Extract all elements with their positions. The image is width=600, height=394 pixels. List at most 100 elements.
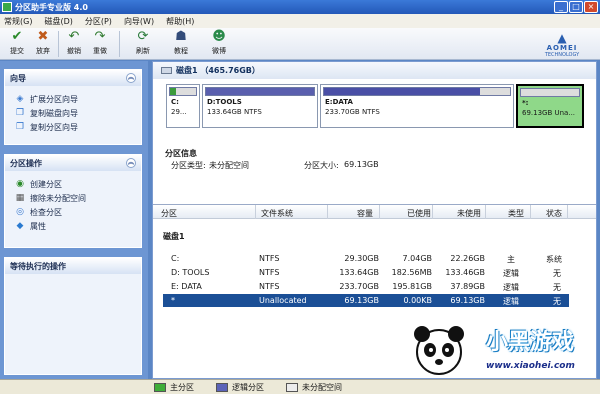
sidebar-item-label: 扩展分区向导 bbox=[30, 94, 78, 104]
sidebar-item-label: 复制分区向导 bbox=[30, 122, 78, 132]
partition-used-fill bbox=[170, 88, 177, 95]
cell-type: 逻辑 bbox=[503, 297, 519, 306]
properties-icon: ◆ bbox=[16, 221, 24, 231]
cell-status: 系统 bbox=[546, 255, 562, 264]
partition-usage-bar bbox=[205, 87, 315, 96]
weibo-button[interactable]: ☻ 微博 bbox=[206, 28, 232, 58]
table-row[interactable]: D: TOOLS NTFS 133.64GB 182.56MB 133.46GB… bbox=[163, 266, 569, 279]
brand-name: AOMEI bbox=[546, 44, 578, 52]
close-button[interactable]: × bbox=[584, 1, 598, 13]
table-header: 分区 文件系统 容量 已使用 未使用 类型 状态 bbox=[153, 205, 596, 219]
column-header-type[interactable]: 类型 bbox=[508, 208, 524, 219]
undo-label: 撤销 bbox=[67, 47, 81, 55]
collapse-icon[interactable]: ︽ bbox=[126, 158, 136, 168]
table-row[interactable]: E: DATA NTFS 233.70GB 195.81GB 37.89GB 逻… bbox=[163, 280, 569, 293]
cell-partition: E: DATA bbox=[171, 282, 202, 291]
cell-capacity: 29.30GB bbox=[344, 254, 379, 263]
cell-free: 37.89GB bbox=[450, 282, 485, 291]
sidebar-item-copy-disk-wizard[interactable]: ❐ 复制磁盘向导 bbox=[5, 106, 141, 120]
partition-size: 29... bbox=[171, 108, 187, 116]
partition-info-title: 分区信息 bbox=[165, 149, 197, 158]
table-row-selected[interactable]: * Unallocated 69.13GB 0.00KB 69.13GB 逻辑 … bbox=[163, 294, 569, 307]
refresh-icon: ⟳ bbox=[137, 29, 149, 44]
partition-usage-bar bbox=[520, 88, 580, 97]
sidebar-item-wipe-unallocated[interactable]: ▦ 擦除未分配空间 bbox=[5, 191, 141, 205]
weibo-label: 微博 bbox=[212, 47, 226, 55]
pending-ops-header: 等待执行的操作 bbox=[5, 258, 141, 274]
menu-help[interactable]: 帮助(H) bbox=[166, 16, 194, 27]
legend-label: 逻辑分区 bbox=[232, 382, 264, 392]
aomei-logo: ▲ AOMEI TECHNOLOGY bbox=[528, 32, 596, 58]
legend-unallocated: 未分配空间 bbox=[286, 382, 342, 393]
redo-button[interactable]: ↷ 重做 bbox=[87, 28, 113, 58]
cell-type: 主 bbox=[507, 255, 515, 264]
redo-icon: ↷ bbox=[94, 29, 106, 44]
cell-capacity: 233.70GB bbox=[339, 282, 379, 291]
wizard-panel-header[interactable]: 向导 ︽ bbox=[5, 70, 141, 86]
cell-status: 无 bbox=[553, 283, 561, 292]
disk-map-unallocated[interactable]: *: 69.13GB Una... bbox=[516, 84, 584, 128]
menu-general[interactable]: 常规(G) bbox=[4, 16, 32, 27]
watermark-url: www.xiaohei.com bbox=[486, 361, 575, 371]
cell-status: 无 bbox=[553, 297, 561, 306]
refresh-label: 刷新 bbox=[136, 47, 150, 55]
minimize-button[interactable]: _ bbox=[554, 1, 568, 13]
discard-button[interactable]: ✖ 放弃 bbox=[30, 28, 56, 58]
disk-map-partition-e[interactable]: E:DATA 233.70GB NTFS bbox=[320, 84, 514, 128]
wizard-panel-title: 向导 bbox=[10, 73, 26, 83]
sidebar: 向导 ︽ ◈ 扩展分区向导 ❐ 复制磁盘向导 ❐ 复制分区向导 分区操作 ︽ ◉… bbox=[0, 61, 148, 379]
weibo-icon: ☻ bbox=[212, 29, 226, 44]
cell-partition: D: TOOLS bbox=[171, 268, 210, 277]
undo-icon: ↶ bbox=[68, 29, 80, 44]
toolbar-separator bbox=[119, 31, 120, 57]
sidebar-item-create-partition[interactable]: ◉ 创建分区 bbox=[5, 177, 141, 191]
cell-used: 0.00KB bbox=[403, 296, 432, 305]
cell-status: 无 bbox=[553, 269, 561, 278]
table-row[interactable]: C: NTFS 29.30GB 7.04GB 22.26GB 主 系统 bbox=[163, 252, 569, 265]
maximize-button[interactable]: □ bbox=[569, 1, 583, 13]
cell-filesystem: NTFS bbox=[259, 268, 280, 277]
menu-partition[interactable]: 分区(P) bbox=[85, 16, 112, 27]
cell-capacity: 133.64GB bbox=[339, 268, 379, 277]
sidebar-item-check-partition[interactable]: ◎ 检查分区 bbox=[5, 205, 141, 219]
column-header-status[interactable]: 状态 bbox=[546, 208, 562, 219]
menu-disk[interactable]: 磁盘(D) bbox=[44, 16, 72, 27]
partition-size-value: 69.13GB bbox=[344, 160, 379, 169]
refresh-button[interactable]: ⟳ 刷新 bbox=[130, 28, 156, 58]
disk-icon bbox=[161, 67, 172, 74]
cell-type: 逻辑 bbox=[503, 283, 519, 292]
panda-mascot-icon bbox=[414, 326, 464, 375]
legend-label: 主分区 bbox=[170, 382, 194, 392]
copy-disk-icon: ❐ bbox=[15, 108, 25, 118]
partition-ops-title: 分区操作 bbox=[10, 158, 42, 168]
sidebar-item-properties[interactable]: ◆ 属性 bbox=[5, 219, 141, 233]
undo-button[interactable]: ↶ 撤销 bbox=[61, 28, 87, 58]
apply-label: 提交 bbox=[10, 47, 24, 55]
apply-button[interactable]: ✔ 提交 bbox=[4, 28, 30, 58]
disk-map-partition-c[interactable]: C: 29... bbox=[166, 84, 200, 128]
partition-used-fill bbox=[206, 88, 314, 95]
partition-ops-header[interactable]: 分区操作 ︽ bbox=[5, 155, 141, 171]
check-partition-icon: ◎ bbox=[16, 207, 24, 217]
column-header-filesystem[interactable]: 文件系统 bbox=[261, 208, 293, 219]
pending-ops-panel: 等待执行的操作 bbox=[4, 257, 142, 375]
toolbar-separator bbox=[58, 31, 59, 57]
sidebar-item-copy-partition-wizard[interactable]: ❐ 复制分区向导 bbox=[5, 120, 141, 134]
collapse-icon[interactable]: ︽ bbox=[126, 73, 136, 83]
cell-filesystem: NTFS bbox=[259, 282, 280, 291]
wipe-icon: ▦ bbox=[15, 193, 25, 203]
disk-title: 磁盘1 （465.76GB） bbox=[176, 66, 260, 75]
sidebar-item-extend-partition-wizard[interactable]: ◈ 扩展分区向导 bbox=[5, 92, 141, 106]
menu-wizard[interactable]: 向导(W) bbox=[124, 16, 154, 27]
column-header-free[interactable]: 未使用 bbox=[457, 208, 481, 219]
column-header-used[interactable]: 已使用 bbox=[407, 208, 431, 219]
disk-map-partition-d[interactable]: D:TOOLS 133.64GB NTFS bbox=[202, 84, 318, 128]
check-icon: ✔ bbox=[11, 29, 23, 44]
column-header-capacity[interactable]: 容量 bbox=[357, 208, 373, 219]
column-header-partition[interactable]: 分区 bbox=[161, 208, 177, 219]
partition-usage-bar bbox=[169, 87, 197, 96]
menu-bar: 常规(G) 磁盘(D) 分区(P) 向导(W) 帮助(H) bbox=[0, 14, 600, 28]
cell-free: 69.13GB bbox=[450, 296, 485, 305]
tutorial-button[interactable]: ☗ 教程 bbox=[168, 28, 194, 58]
redo-label: 重做 bbox=[93, 47, 107, 55]
